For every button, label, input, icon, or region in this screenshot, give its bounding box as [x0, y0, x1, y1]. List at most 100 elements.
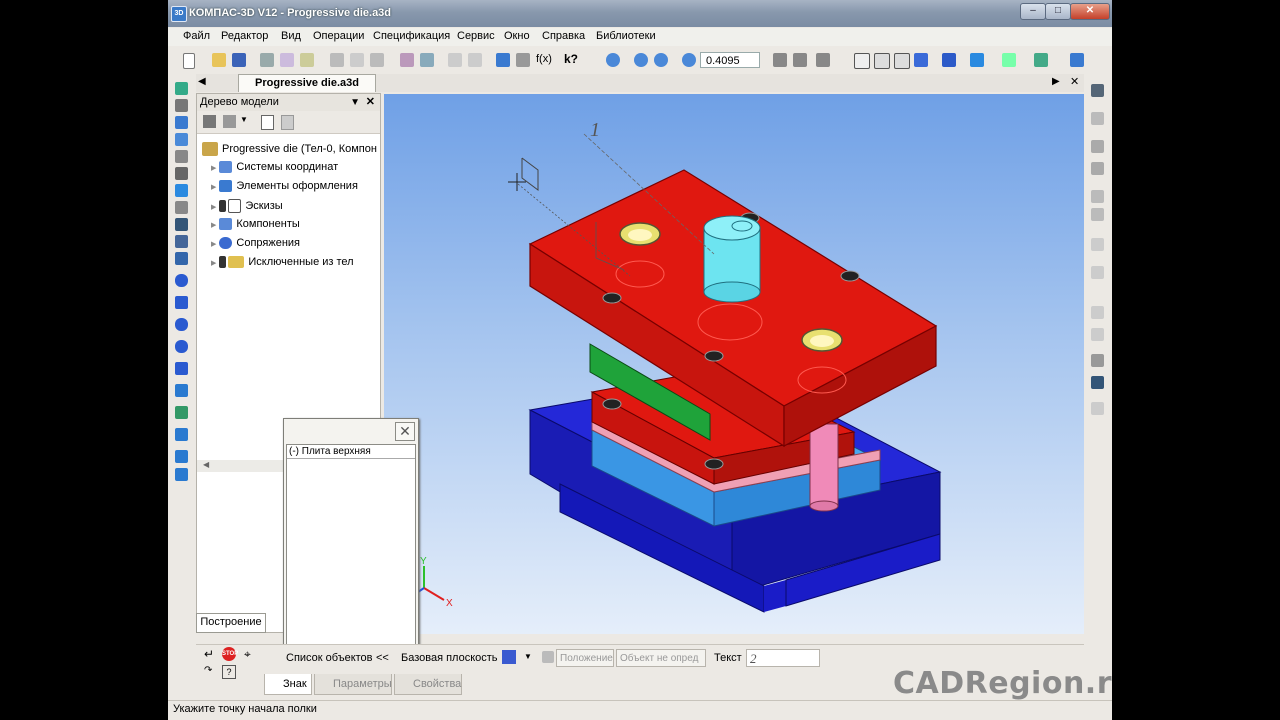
spline-icon[interactable]	[175, 99, 188, 112]
menu-libraries[interactable]: Библиотеки	[596, 30, 656, 42]
expand-icon[interactable]: ▶	[211, 222, 216, 229]
designation-icon[interactable]	[175, 406, 188, 419]
maximize-button[interactable]: □	[1045, 3, 1071, 20]
object-list-button[interactable]: Список объектов	[286, 649, 373, 667]
tree-doc-icon[interactable]	[261, 115, 274, 130]
tab-properties[interactable]: Свойства	[394, 674, 462, 695]
new-file-icon[interactable]	[183, 53, 195, 69]
popup-close-button[interactable]: ✕	[395, 422, 415, 441]
zoom-out-icon[interactable]	[654, 53, 668, 67]
help-button[interactable]: k?	[564, 52, 578, 66]
roughness-icon[interactable]	[175, 428, 188, 441]
expand-icon[interactable]: ▶	[211, 165, 216, 172]
report-icon[interactable]	[175, 218, 188, 231]
orientation-icon[interactable]	[816, 53, 830, 67]
undo-icon[interactable]	[448, 53, 462, 67]
surface-icon[interactable]	[175, 116, 188, 129]
menu-edit[interactable]: Редактор	[221, 30, 268, 42]
pin-icon[interactable]: ▼	[350, 94, 360, 111]
brush-icon[interactable]	[1091, 190, 1104, 203]
tab-close-icon[interactable]: ✕	[1070, 75, 1079, 88]
gear-icon[interactable]	[516, 53, 530, 67]
save-icon[interactable]	[232, 53, 246, 67]
copy-icon[interactable]	[350, 53, 364, 67]
copy-props-icon[interactable]	[1091, 238, 1104, 251]
collapse-button[interactable]: <<	[376, 649, 389, 667]
menu-help[interactable]: Справка	[542, 30, 585, 42]
table-icon[interactable]	[175, 468, 188, 481]
menu-operations[interactable]: Операции	[313, 30, 364, 42]
dimension-icon[interactable]	[175, 384, 188, 397]
library-manager-icon[interactable]	[1091, 162, 1104, 175]
expand-icon[interactable]: ▶	[211, 204, 216, 211]
model-viewport[interactable]: 1 Y X	[384, 94, 1084, 634]
filter-icon[interactable]	[1002, 53, 1016, 67]
menu-specification[interactable]: Спецификация	[373, 30, 450, 42]
help-icon[interactable]: ?	[222, 665, 236, 679]
manager-icon[interactable]	[496, 53, 510, 67]
filter-icon[interactable]	[175, 184, 188, 197]
library-icon[interactable]	[420, 53, 434, 67]
perspective-icon[interactable]	[970, 53, 984, 67]
grid-icon[interactable]	[1091, 266, 1104, 279]
hidden-lines-icon[interactable]	[874, 53, 890, 69]
sketch-icon[interactable]	[175, 235, 188, 248]
position-field[interactable]: Положение	[556, 649, 614, 667]
paste-icon[interactable]	[370, 53, 384, 67]
base-plane-icon[interactable]	[502, 650, 516, 664]
expand-icon[interactable]: ▶	[211, 260, 216, 267]
snap-grid-icon[interactable]	[1091, 84, 1104, 97]
expand-icon[interactable]: ▶	[211, 184, 216, 191]
hole-icon[interactable]	[175, 340, 188, 353]
panel-close-icon[interactable]: ✕	[366, 94, 375, 111]
tree-item-sketches[interactable]: ▶ Эскизы	[211, 199, 283, 213]
minimize-button[interactable]: –	[1020, 3, 1046, 20]
tab-sign[interactable]: Знак	[264, 674, 312, 695]
edit-part-icon[interactable]	[175, 82, 188, 95]
close-button[interactable]: ✕	[1070, 3, 1110, 20]
move-icon[interactable]	[1091, 306, 1104, 319]
rotate-icon[interactable]	[793, 53, 807, 67]
stop-icon[interactable]: STOP	[222, 647, 238, 661]
tree-item-excluded[interactable]: ▶ Исключенные из тел	[211, 256, 354, 269]
die-assembly-model[interactable]: 1 Y X	[384, 94, 1084, 634]
leader-icon[interactable]	[175, 450, 188, 463]
zoom-input[interactable]: 0.4095	[700, 52, 760, 68]
text-field[interactable]: 2	[746, 649, 820, 667]
step-icon[interactable]	[1091, 354, 1104, 367]
pan-icon[interactable]	[773, 53, 787, 67]
global-binding-icon[interactable]	[1070, 53, 1084, 67]
spec-icon[interactable]	[175, 201, 188, 214]
pencil-icon[interactable]	[1091, 208, 1104, 221]
print-icon[interactable]	[260, 53, 274, 67]
snap-icon[interactable]: ⌖	[244, 647, 251, 662]
curve-icon[interactable]	[175, 133, 188, 146]
open-file-icon[interactable]	[212, 53, 226, 67]
preview-icon[interactable]	[280, 53, 294, 67]
tab-progressive-die[interactable]: Progressive die.a3d	[238, 74, 376, 92]
menu-view[interactable]: Вид	[281, 30, 301, 42]
tree-structure-icon[interactable]	[203, 115, 216, 128]
object-field[interactable]: Объект не опред	[616, 649, 706, 667]
snap-icon[interactable]	[1034, 53, 1048, 67]
tab-parameters[interactable]: Параметры	[314, 674, 392, 695]
menu-service[interactable]: Сервис	[457, 30, 495, 42]
clip-icon[interactable]	[175, 150, 188, 163]
shell-icon[interactable]	[175, 362, 188, 375]
dimension-arrow-icon[interactable]	[1091, 376, 1104, 389]
extrude-icon[interactable]	[175, 296, 188, 309]
enter-icon[interactable]: ↵	[204, 647, 214, 661]
shaded-icon[interactable]	[914, 53, 928, 67]
tree-doc2-icon[interactable]	[281, 115, 294, 130]
undo-step-icon[interactable]: ↷	[204, 665, 212, 676]
zoom-scale-icon[interactable]	[682, 53, 696, 67]
tree-item-components[interactable]: ▶ Компоненты	[211, 218, 300, 231]
tab-scroll-left-icon[interactable]: ◀	[198, 76, 206, 87]
thin-lines-icon[interactable]	[894, 53, 910, 69]
tree-item-annotations[interactable]: ▶ Элементы оформления	[211, 180, 358, 193]
section-icon[interactable]	[1091, 140, 1104, 153]
scroll-left-icon[interactable]: ◀	[203, 460, 209, 469]
variables-button[interactable]: f(x)	[536, 53, 552, 65]
tree-item-mates[interactable]: ▶ Сопряжения	[211, 237, 300, 250]
properties-icon[interactable]	[300, 53, 314, 67]
